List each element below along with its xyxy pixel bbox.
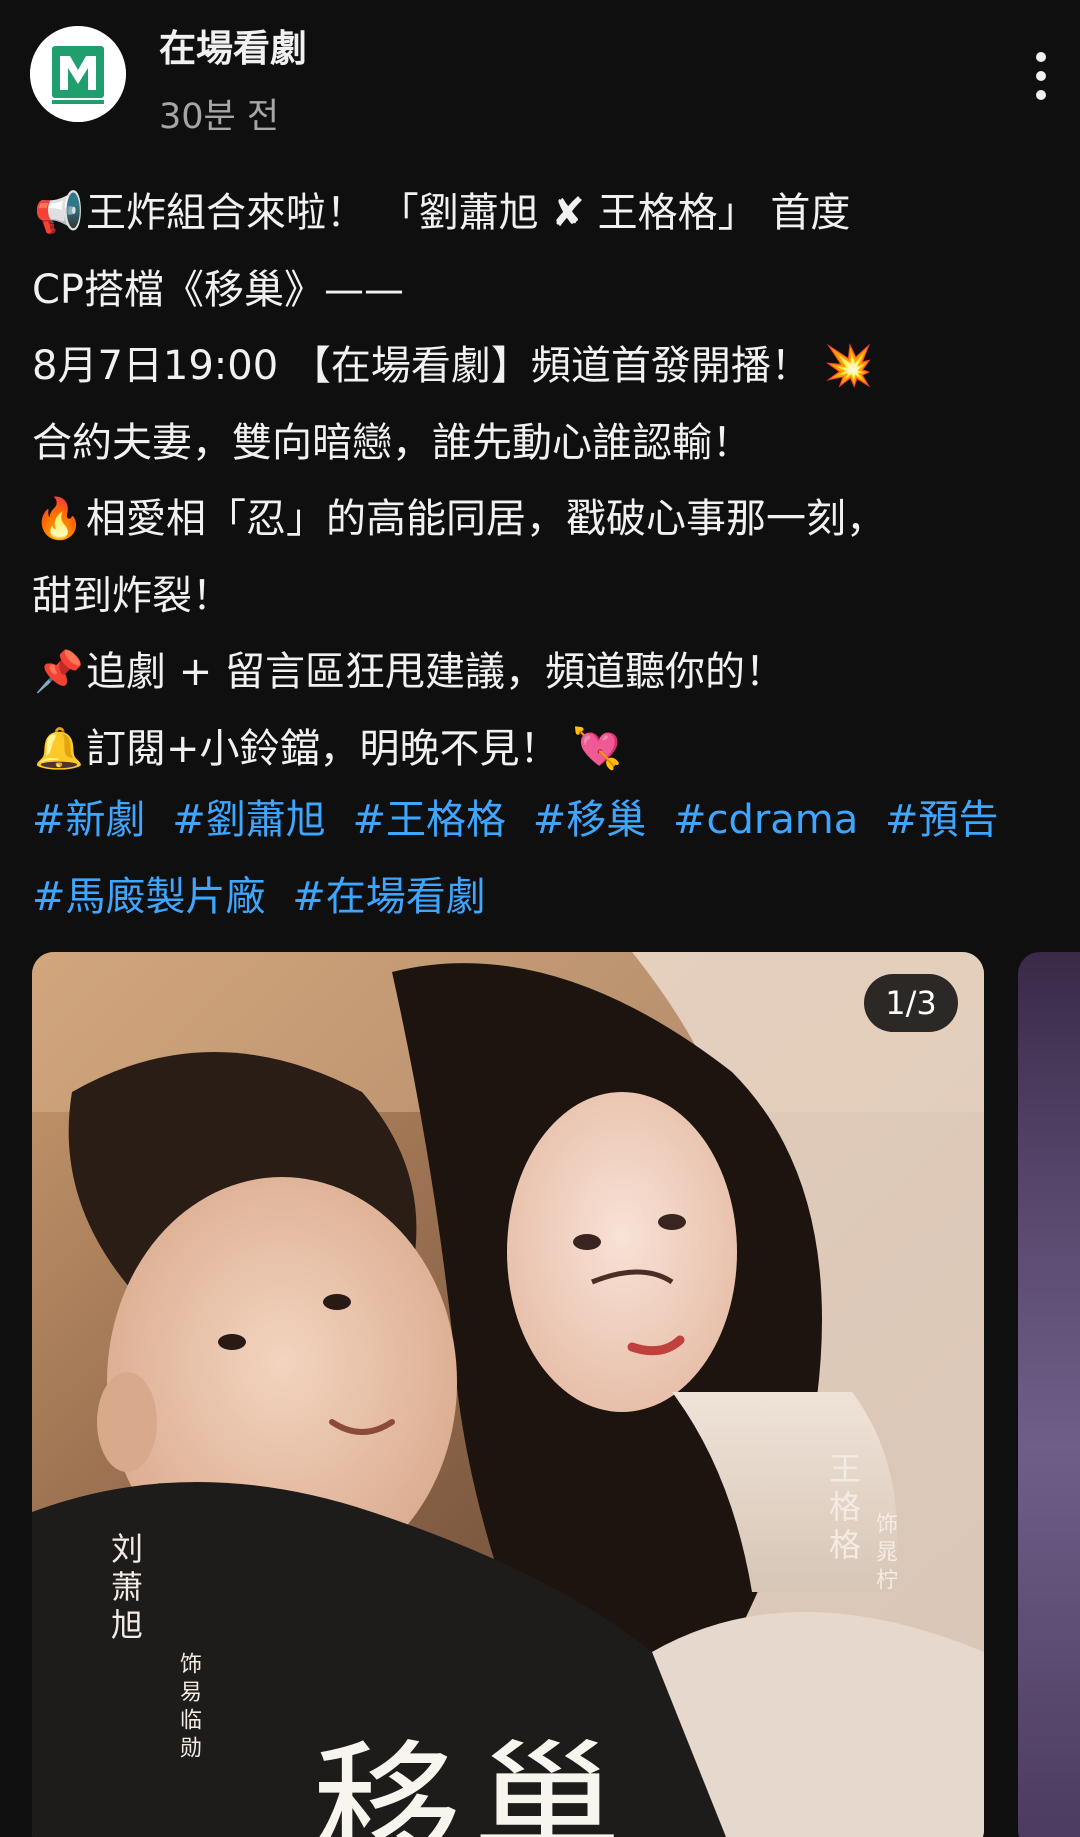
hashtag-link[interactable]: #王格格 [352,797,506,843]
poster-title: 移巢 [312,1727,633,1837]
post-line-text: 相愛相「忍」的高能同居，戳破心事那一刻， [86,496,886,542]
bell-icon: 🔔 [34,725,84,772]
hashtag-list: #新劇 #劉蕭旭 #王格格 #移巢 #cdrama #預告 #馬廄製片廠 #在場… [32,782,1062,935]
post-line: 合約夫妻，雙向暗戀，誰先動心誰認輸！ [32,405,1052,482]
carousel-counter-badge: 1/3 [864,974,958,1032]
megaphone-icon: 📢 [34,190,84,236]
poster-actor-name-male: 刘萧旭 [106,1532,144,1646]
post-line: 8月7日19:00 【在場看劇】頻道首發開播！ 💥 [32,328,1052,405]
hashtag-link[interactable]: #在場看劇 [292,874,486,920]
post-line: 📢王炸組合來啦！ 「劉蕭旭 ✘ 王格格」 首度 [32,175,1052,252]
hashtag-link[interactable]: #預告 [885,797,999,843]
post-line: 🔥相愛相「忍」的高能同居，戳破心事那一刻， [32,481,1052,558]
hashtag-link[interactable]: #移巢 [533,797,647,843]
fire-icon: 🔥 [34,496,84,542]
post-line: 甜到炸裂！ [32,558,1052,635]
channel-logo-icon [30,26,126,122]
pushpin-icon: 📌 [34,649,84,695]
poster-role-male: 饰易临勋 [176,1652,201,1764]
post-line: 🔔訂閱+小鈴鐺，明晚不見！ 💘 [32,711,1052,788]
post-line-text: 8月7日19:00 【在場看劇】頻道首發開播！ 💥 [32,343,874,389]
post-text: 📢王炸組合來啦！ 「劉蕭旭 ✘ 王格格」 首度 CP搭檔《移巢》—— 8月7日1… [32,175,1052,787]
post-header: 在場看劇 30분 전 [0,0,1080,140]
poster-actor-name-female: 王格格 [824,1452,862,1566]
carousel-image-next[interactable] [1018,952,1080,1837]
post-line-text: CP搭檔《移巢》—— [32,266,405,313]
post-line-text: 訂閱+小鈴鐺，明晚不見！ 💘 [86,725,623,772]
post-line: CP搭檔《移巢》—— [32,252,1052,329]
post-line-text: 合約夫妻，雙向暗戀，誰先動心誰認輸！ [32,419,752,466]
channel-avatar[interactable] [30,26,126,122]
hashtag-link[interactable]: #cdrama [673,797,858,843]
carousel-image-poster[interactable]: 刘萧旭 饰易临勋 王格格 饰晁柠 移巢 1/3 [32,952,984,1837]
more-options-button[interactable] [1008,46,1068,106]
post-line: 📌追劇 + 留言區狂甩建議，頻道聽你的！ [32,634,1052,711]
channel-name[interactable]: 在場看劇 [159,18,307,72]
image-carousel[interactable]: 刘萧旭 饰易临勋 王格格 饰晁柠 移巢 1/3 [32,952,1080,1837]
hashtag-link[interactable]: #新劇 [32,797,146,843]
hashtag-link[interactable]: #馬廄製片廠 [32,874,266,920]
post-line-text: 追劇 + 留言區狂甩建議，頻道聽你的！ [86,649,785,695]
post-timestamp: 30분 전 [159,97,280,137]
more-vertical-icon-dot [1036,90,1046,100]
post-line-text: 王炸組合來啦！ 「劉蕭旭 ✘ 王格格」 首度 [86,190,851,236]
post-line-text: 甜到炸裂！ [32,572,232,619]
more-vertical-icon-dot [1036,71,1046,81]
more-vertical-icon [1036,52,1046,62]
hashtag-link[interactable]: #劉蕭旭 [172,797,326,843]
poster-role-female: 饰晁柠 [872,1512,897,1596]
